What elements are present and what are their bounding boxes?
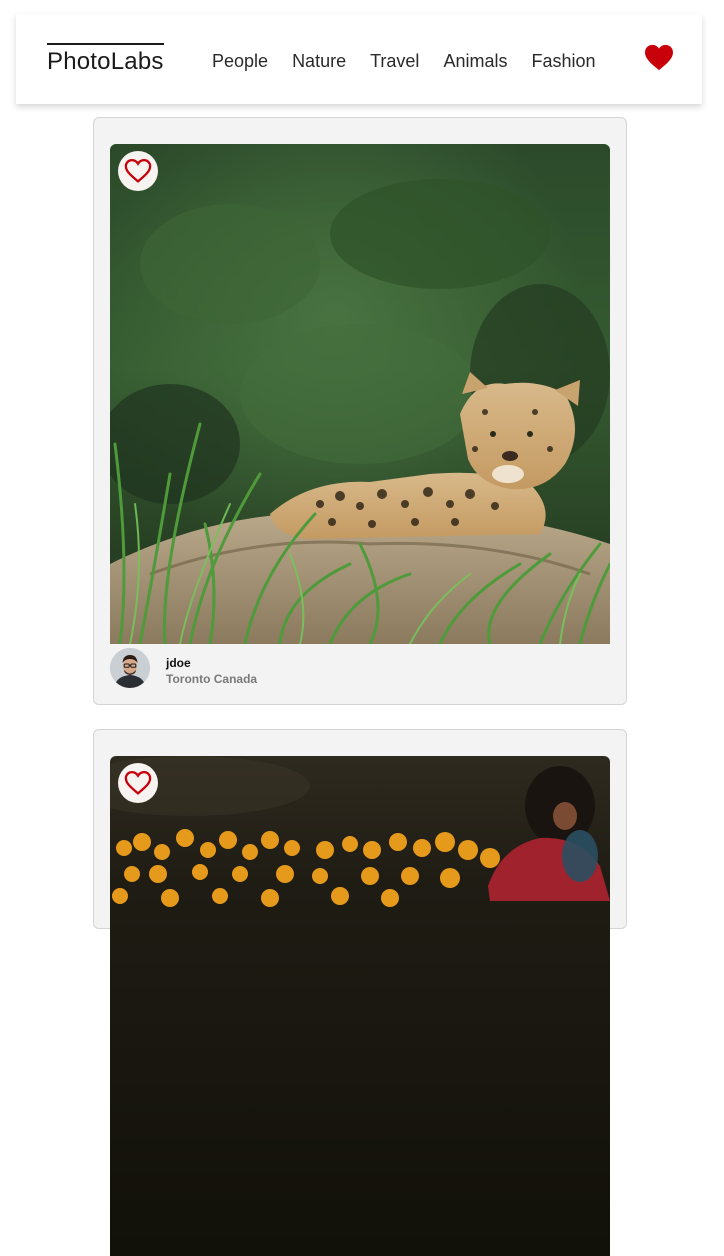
top-navigation-bar: PhotoLabs People Nature Travel Animals F… [16, 14, 702, 104]
photo-marigold-field[interactable] [110, 756, 610, 1256]
topic-people[interactable]: People [212, 50, 268, 72]
marigold-photo-image [110, 756, 610, 1256]
topic-nature[interactable]: Nature [292, 50, 346, 72]
author-username: jdoe [166, 656, 191, 670]
heart-outline-icon [124, 771, 152, 795]
photo-jaguar[interactable] [110, 144, 610, 644]
topic-animals[interactable]: Animals [443, 50, 507, 72]
avatar[interactable] [110, 648, 150, 688]
topic-list: People Nature Travel Animals Fashion [212, 50, 620, 72]
author-location: Toronto Canada [166, 672, 258, 686]
heart-outline-icon [124, 159, 152, 183]
profile-photo-image [110, 648, 150, 688]
like-button[interactable] [118, 151, 158, 191]
photo-card: jdoe Toronto Canada [93, 117, 627, 705]
like-button[interactable] [118, 763, 158, 803]
photo-card [93, 729, 627, 1256]
brand-logo[interactable]: PhotoLabs [47, 43, 164, 76]
topic-travel[interactable]: Travel [370, 50, 419, 72]
topic-fashion[interactable]: Fashion [531, 50, 595, 72]
jaguar-photo-image [110, 144, 610, 644]
favorites-heart-icon[interactable] [644, 44, 674, 72]
